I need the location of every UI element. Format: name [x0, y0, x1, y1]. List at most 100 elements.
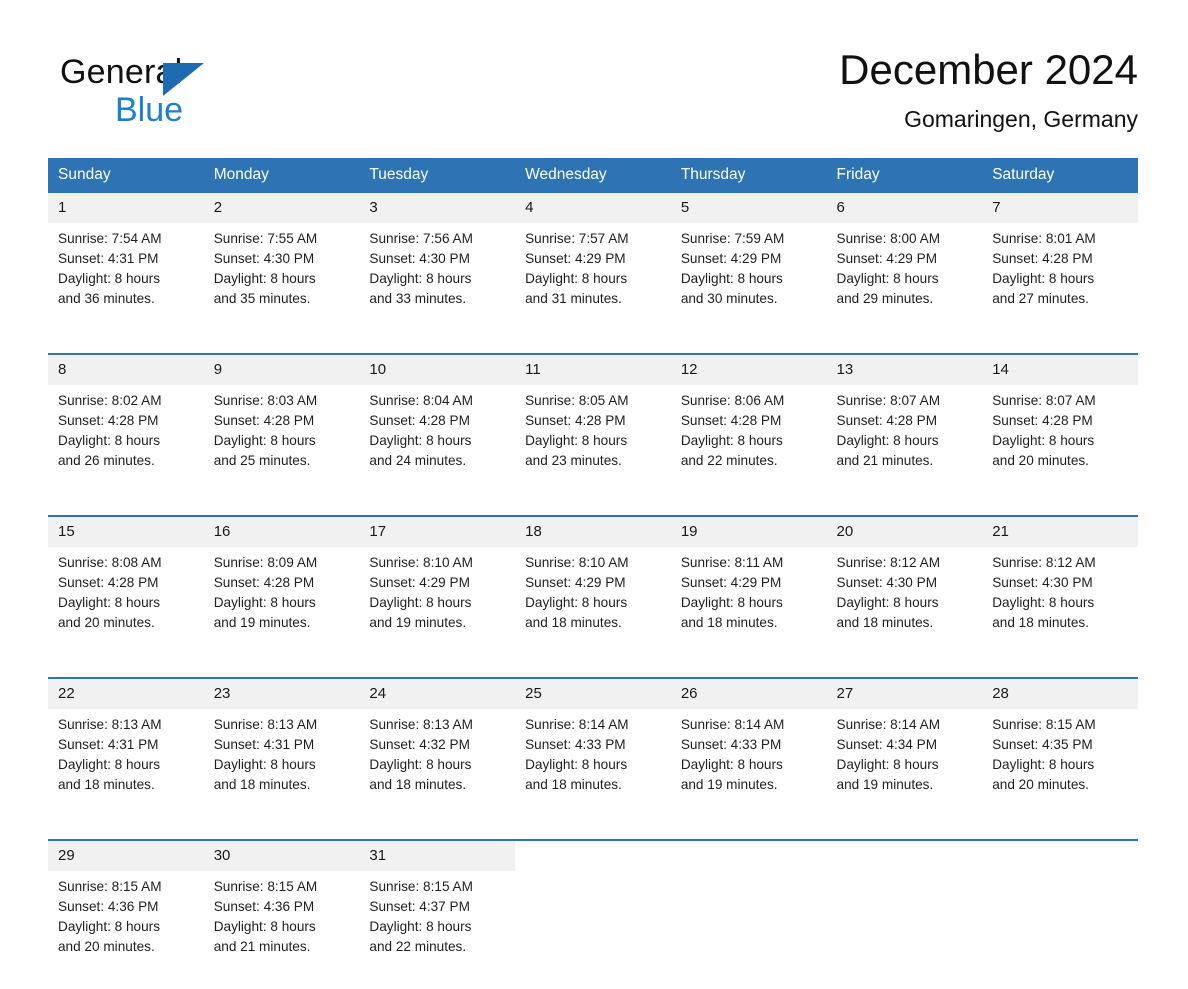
day-cell-number[interactable]: 2: [203, 193, 360, 223]
day-cell-number[interactable]: 16: [203, 517, 360, 547]
day-cell-number[interactable]: 10: [359, 355, 516, 385]
day-cell-details[interactable]: Sunrise: 8:06 AM Sunset: 4:28 PM Dayligh…: [670, 385, 827, 503]
day-cell-number[interactable]: 23: [203, 679, 360, 709]
day-cell-number[interactable]: 29: [48, 841, 204, 871]
sunrise-text: Sunrise: 8:07 AM: [836, 393, 941, 408]
sunrise-text: Sunrise: 8:07 AM: [992, 393, 1096, 408]
week-1-info-row: Sunrise: 7:54 AM Sunset: 4:31 PM Dayligh…: [48, 223, 1138, 341]
daylight-text-line1: Daylight: 8 hours: [836, 271, 939, 286]
day-cell-details[interactable]: Sunrise: 8:07 AM Sunset: 4:28 PM Dayligh…: [982, 385, 1138, 503]
daylight-text-line1: Daylight: 8 hours: [525, 271, 628, 286]
daylight-text-line2: and 25 minutes.: [213, 453, 311, 468]
daylight-text-line1: Daylight: 8 hours: [680, 757, 783, 772]
daylight-text-line2: and 19 minutes.: [836, 777, 934, 792]
day-cell-details[interactable]: Sunrise: 8:15 AM Sunset: 4:37 PM Dayligh…: [359, 871, 516, 989]
sunrise-text: Sunrise: 8:05 AM: [525, 393, 629, 408]
day-cell-details[interactable]: Sunrise: 8:13 AM Sunset: 4:31 PM Dayligh…: [48, 709, 204, 827]
daylight-text-line1: Daylight: 8 hours: [992, 433, 1095, 448]
day-cell-number[interactable]: 25: [515, 679, 671, 709]
daylight-text-line1: Daylight: 8 hours: [213, 595, 316, 610]
day-cell-number[interactable]: 18: [515, 517, 671, 547]
day-cell-number[interactable]: 28: [982, 679, 1138, 709]
week-3-daynumber-row: 15 16 17 18 19 20 21: [48, 517, 1138, 547]
day-cell-details[interactable]: Sunrise: 8:15 AM Sunset: 4:36 PM Dayligh…: [203, 871, 360, 989]
sunrise-text: Sunrise: 8:15 AM: [369, 879, 473, 894]
day-cell-details[interactable]: Sunrise: 8:10 AM Sunset: 4:29 PM Dayligh…: [515, 547, 671, 665]
day-cell-details[interactable]: Sunrise: 8:10 AM Sunset: 4:29 PM Dayligh…: [359, 547, 516, 665]
day-cell-details[interactable]: Sunrise: 7:55 AM Sunset: 4:30 PM Dayligh…: [203, 223, 360, 341]
week-5-daynumber-row: 29 30 31: [48, 841, 1138, 871]
day-cell-number[interactable]: 30: [203, 841, 360, 871]
day-cell-number[interactable]: 20: [826, 517, 983, 547]
sunset-text: Sunset: 4:28 PM: [525, 413, 626, 428]
week-4-daynumber-row: 22 23 24 25 26 27 28: [48, 679, 1138, 709]
daylight-text-line1: Daylight: 8 hours: [369, 595, 472, 610]
day-cell-empty: [826, 841, 983, 871]
day-cell-details[interactable]: Sunrise: 7:57 AM Sunset: 4:29 PM Dayligh…: [515, 223, 671, 341]
day-cell-number[interactable]: 1: [48, 193, 204, 223]
day-cell-number[interactable]: 13: [826, 355, 983, 385]
row-gap: [48, 827, 1138, 839]
day-cell-number[interactable]: 17: [359, 517, 516, 547]
day-cell-details[interactable]: Sunrise: 8:00 AM Sunset: 4:29 PM Dayligh…: [826, 223, 983, 341]
day-cell-number[interactable]: 27: [826, 679, 983, 709]
sunrise-text: Sunrise: 8:13 AM: [213, 717, 318, 732]
day-cell-details[interactable]: Sunrise: 8:15 AM Sunset: 4:36 PM Dayligh…: [48, 871, 204, 989]
brand-logo[interactable]: General Blue: [60, 52, 320, 138]
sunrise-text: Sunrise: 8:15 AM: [58, 879, 162, 894]
daylight-text-line1: Daylight: 8 hours: [992, 271, 1095, 286]
daylight-text-line2: and 22 minutes.: [680, 453, 778, 468]
day-cell-details[interactable]: Sunrise: 7:59 AM Sunset: 4:29 PM Dayligh…: [670, 223, 827, 341]
daylight-text-line2: and 31 minutes.: [525, 291, 622, 306]
day-cell-number[interactable]: 15: [48, 517, 204, 547]
day-cell-details[interactable]: Sunrise: 8:04 AM Sunset: 4:28 PM Dayligh…: [359, 385, 516, 503]
day-cell-details[interactable]: Sunrise: 8:02 AM Sunset: 4:28 PM Dayligh…: [48, 385, 204, 503]
day-cell-number[interactable]: 19: [670, 517, 827, 547]
sunset-text: Sunset: 4:29 PM: [680, 575, 782, 590]
page-subtitle-location: Gomaringen, Germany: [904, 106, 1138, 132]
day-cell-details[interactable]: Sunrise: 8:12 AM Sunset: 4:30 PM Dayligh…: [826, 547, 983, 665]
day-cell-number[interactable]: 24: [359, 679, 516, 709]
day-cell-number[interactable]: 5: [670, 193, 827, 223]
day-cell-number[interactable]: 22: [48, 679, 204, 709]
day-cell-details[interactable]: Sunrise: 8:08 AM Sunset: 4:28 PM Dayligh…: [48, 547, 204, 665]
day-cell-details[interactable]: Sunrise: 7:56 AM Sunset: 4:30 PM Dayligh…: [359, 223, 516, 341]
day-cell-details[interactable]: Sunrise: 8:14 AM Sunset: 4:33 PM Dayligh…: [670, 709, 827, 827]
day-cell-details[interactable]: Sunrise: 8:14 AM Sunset: 4:33 PM Dayligh…: [515, 709, 671, 827]
day-cell-details[interactable]: Sunrise: 8:01 AM Sunset: 4:28 PM Dayligh…: [982, 223, 1138, 341]
day-cell-details[interactable]: Sunrise: 8:12 AM Sunset: 4:30 PM Dayligh…: [982, 547, 1138, 665]
day-cell-number[interactable]: 4: [515, 193, 671, 223]
day-cell-details[interactable]: Sunrise: 8:13 AM Sunset: 4:32 PM Dayligh…: [359, 709, 516, 827]
sunset-text: Sunset: 4:28 PM: [369, 413, 470, 428]
day-cell-number[interactable]: 7: [982, 193, 1138, 223]
day-cell-number[interactable]: 11: [515, 355, 671, 385]
day-cell-number[interactable]: 9: [203, 355, 360, 385]
day-cell-number[interactable]: 21: [982, 517, 1138, 547]
day-cell-number[interactable]: 6: [826, 193, 983, 223]
day-cell-details[interactable]: Sunrise: 8:05 AM Sunset: 4:28 PM Dayligh…: [515, 385, 671, 503]
day-cell-details[interactable]: Sunrise: 8:07 AM Sunset: 4:28 PM Dayligh…: [826, 385, 983, 503]
daylight-text-line2: and 26 minutes.: [58, 453, 155, 468]
sunrise-text: Sunrise: 7:55 AM: [213, 231, 318, 246]
sunset-text: Sunset: 4:30 PM: [992, 575, 1093, 590]
day-cell-number[interactable]: 14: [982, 355, 1138, 385]
sunrise-text: Sunrise: 8:03 AM: [213, 393, 318, 408]
day-cell-number[interactable]: 26: [670, 679, 827, 709]
day-cell-details[interactable]: Sunrise: 8:13 AM Sunset: 4:31 PM Dayligh…: [203, 709, 360, 827]
day-cell-details[interactable]: Sunrise: 8:09 AM Sunset: 4:28 PM Dayligh…: [203, 547, 360, 665]
daylight-text-line1: Daylight: 8 hours: [836, 595, 939, 610]
day-cell-number[interactable]: 31: [359, 841, 516, 871]
day-cell-details[interactable]: Sunrise: 8:15 AM Sunset: 4:35 PM Dayligh…: [982, 709, 1138, 827]
day-cell-number[interactable]: 3: [359, 193, 516, 223]
day-cell-empty: [670, 841, 827, 871]
day-cell-number[interactable]: 12: [670, 355, 827, 385]
day-cell-details[interactable]: Sunrise: 8:14 AM Sunset: 4:34 PM Dayligh…: [826, 709, 983, 827]
day-cell-details[interactable]: Sunrise: 8:11 AM Sunset: 4:29 PM Dayligh…: [670, 547, 827, 665]
row-gap: [48, 503, 1138, 515]
day-cell-number[interactable]: 8: [48, 355, 204, 385]
sunset-text: Sunset: 4:28 PM: [992, 413, 1093, 428]
daylight-text-line2: and 29 minutes.: [836, 291, 934, 306]
day-cell-details[interactable]: Sunrise: 7:54 AM Sunset: 4:31 PM Dayligh…: [48, 223, 204, 341]
weekday-header-wednesday: Wednesday: [515, 158, 671, 193]
day-cell-details[interactable]: Sunrise: 8:03 AM Sunset: 4:28 PM Dayligh…: [203, 385, 360, 503]
